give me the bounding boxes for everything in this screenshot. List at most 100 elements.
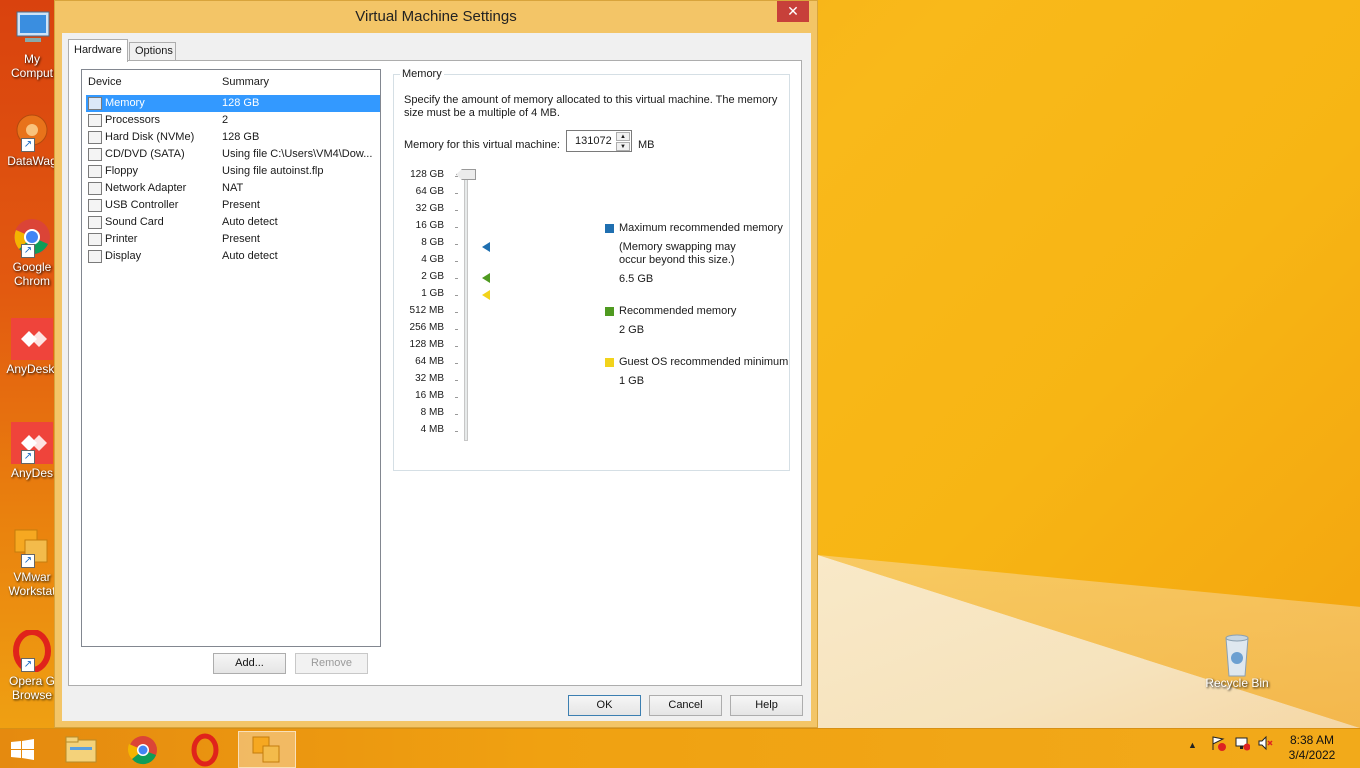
desktop-icon-chrome[interactable]: ↗ Google Chrom [2,216,62,288]
device-row-sound-card[interactable]: Sound Card Auto detect [86,214,380,231]
volume-muted-icon[interactable] [1257,735,1273,754]
device-name: Hard Disk (NVMe) [105,131,195,143]
shortcut-arrow-icon: ↗ [21,450,35,464]
device-row-floppy[interactable]: Floppy Using file autoinst.flp [86,163,380,180]
column-header-device[interactable]: Device [88,76,122,88]
scale-tick [455,227,458,228]
cancel-button[interactable]: Cancel [649,695,722,716]
show-hidden-icons-icon[interactable]: ▲ [1188,740,1197,750]
device-row-cd-dvd-sata[interactable]: CD/DVD (SATA) Using file C:\Users\VM4\Dow… [86,146,380,163]
desktop-icon-label: AnyDesk. [6,362,58,376]
memory-value[interactable]: 131072 [575,135,612,147]
memory-slider-thumb[interactable] [456,169,476,180]
dialog-client-area: Hardware Options Device Summary Memory 12… [62,33,811,721]
display-icon [88,250,102,263]
close-button[interactable]: ✕ [777,1,809,22]
recommended-marker-icon [482,273,490,283]
scale-tick [455,210,458,211]
taskbar-file-explorer[interactable] [52,731,110,768]
device-name: USB Controller [105,199,179,211]
desktop-icon-my-computer[interactable]: My Comput [2,8,62,80]
device-name: CD/DVD (SATA) [105,148,185,160]
shortcut-arrow-icon: ↗ [21,244,35,258]
scale-label: 128 MB [409,339,444,350]
scale-label: 256 MB [409,322,444,333]
add-device-button[interactable]: Add... [213,653,286,674]
device-name: Memory [105,97,145,109]
desktop-icon-opera[interactable]: ↗ Opera G Browse [2,629,62,702]
device-row-processors[interactable]: Processors 2 [86,112,380,129]
processor-icon [88,114,102,127]
device-name: Processors [105,114,161,126]
max-recommended-note: (Memory swapping may occur beyond this s… [619,241,736,266]
taskbar-chrome[interactable] [114,731,172,768]
scale-tick [455,397,458,398]
device-row-memory[interactable]: Memory 128 GB [86,95,380,112]
taskbar-opera[interactable] [176,731,234,768]
scale-label: 32 MB [415,373,444,384]
floppy-icon [88,165,102,178]
device-row-printer[interactable]: Printer Present [86,231,380,248]
window-title: Virtual Machine Settings [355,8,517,25]
spinner-down-button[interactable]: ▼ [616,142,630,151]
device-summary: Auto detect [222,250,278,262]
tab-hardware[interactable]: Hardware [68,39,128,62]
minimum-swatch [605,358,614,367]
chrome-icon: ↗ [11,216,53,258]
hardware-panel: Device Summary Memory 128 GB Processors 2 Ha… [68,60,802,686]
desktop-icon-label: AnyDes [10,466,54,480]
datawagon-icon: ↗ [11,110,53,152]
column-header-summary[interactable]: Summary [222,76,269,88]
usb-icon [88,199,102,212]
desktop-icon-anydesk-2[interactable]: ↗ AnyDes [2,422,62,480]
anydesk-icon: ↗ [11,422,53,464]
help-button[interactable]: Help [730,695,803,716]
scale-label: 2 GB [421,271,444,282]
scale-tick [455,312,458,313]
device-row-hard-disk-nvme[interactable]: Hard Disk (NVMe) 128 GB [86,129,380,146]
tab-options[interactable]: Options [129,42,176,61]
desktop-icon-anydesk[interactable]: AnyDesk. [2,318,62,376]
ok-button[interactable]: OK [568,695,641,716]
desktop-icon-datawagon[interactable]: ↗ DataWag [2,110,62,168]
spinner-up-button[interactable]: ▲ [616,132,630,141]
scale-tick [455,278,458,279]
remove-device-button[interactable]: Remove [295,653,368,674]
minimum-marker-icon [482,290,490,300]
device-summary: 128 GB [222,131,260,143]
scale-label: 512 MB [409,305,444,316]
clock-time: 8:38 AM [1289,733,1335,747]
scale-label: 16 MB [415,390,444,401]
action-center-flag-icon[interactable] [1210,735,1226,754]
memory-spinner[interactable]: 131072 ▲ ▼ [566,130,632,152]
title-bar[interactable]: Virtual Machine Settings ✕ [55,1,817,33]
minimum-value: 1 GB [619,375,645,387]
max-recommended-swatch [605,224,614,233]
scale-tick [455,414,458,415]
hard-disk-icon [88,131,102,144]
network-icon[interactable] [1234,735,1251,754]
device-row-usb-controller[interactable]: USB Controller Present [86,197,380,214]
device-row-network-adapter[interactable]: Network Adapter NAT [86,180,380,197]
desktop-icon-recycle-bin[interactable]: Recycle Bin [1200,632,1274,690]
desktop-icon-label: Recycle Bin [1205,676,1269,690]
folder-icon [65,736,97,763]
taskbar: ▲ 8:38 AM 3/4/2022 [0,728,1360,768]
device-list: Device Summary Memory 128 GB Processors 2 Ha… [81,69,381,647]
memory-unit: MB [638,139,655,151]
memory-slider-track[interactable] [464,177,468,441]
scale-label: 64 GB [415,186,444,197]
scale-label: 16 GB [415,220,444,231]
taskbar-vmware[interactable] [238,731,296,768]
device-summary: Auto detect [222,216,278,228]
scale-tick [455,261,458,262]
system-clock[interactable]: 8:38 AM 3/4/2022 [1282,733,1342,763]
scale-label: 128 GB [410,169,444,180]
start-button[interactable] [0,731,46,768]
scale-label: 8 GB [421,237,444,248]
scale-tick [455,431,458,432]
desktop-icon-vmware[interactable]: ↗ VMwar Workstat [2,526,62,598]
desktop-icon-label: Opera G Browse [8,674,56,702]
minimum-title: Guest OS recommended minimum [619,356,789,368]
device-row-display[interactable]: Display Auto detect [86,248,380,265]
